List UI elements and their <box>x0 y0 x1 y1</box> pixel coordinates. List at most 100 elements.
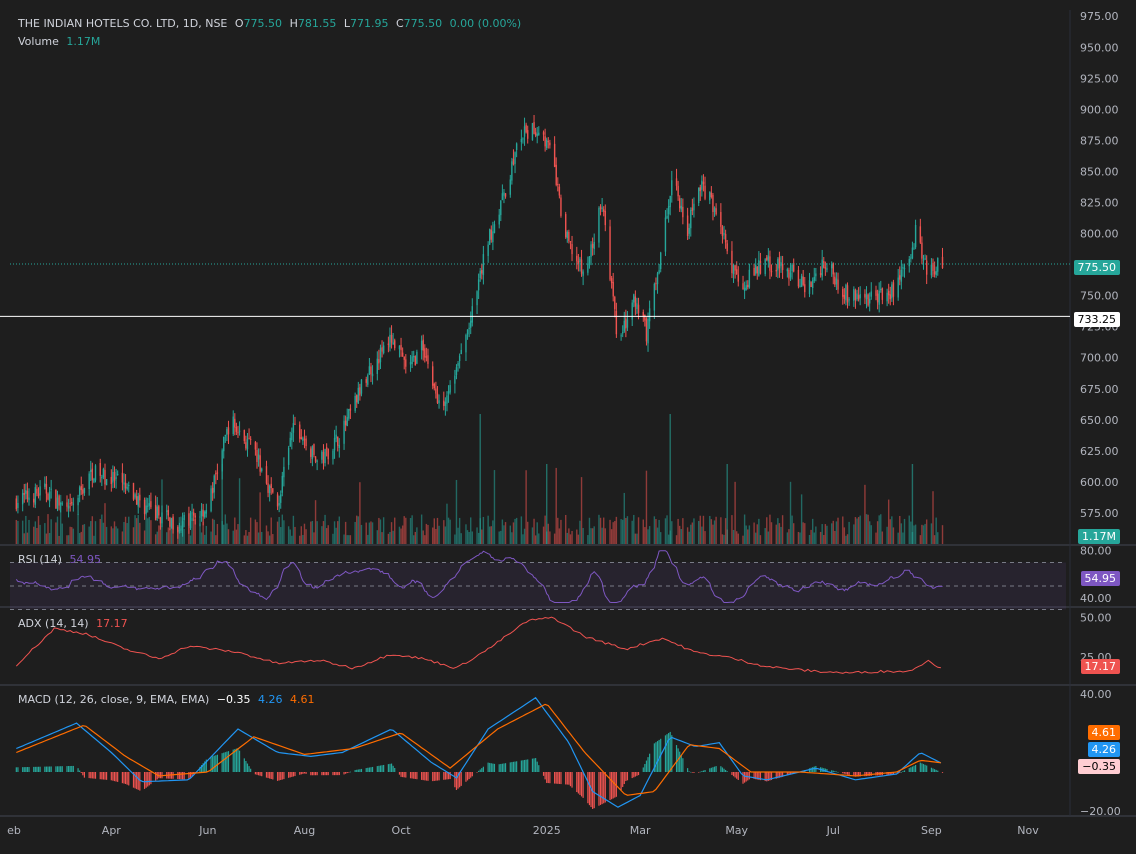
price-candle <box>536 133 538 137</box>
macd-histogram-bar <box>919 762 921 772</box>
price-candle <box>811 280 814 289</box>
volume-bar <box>523 528 526 544</box>
macd-histogram-bar <box>634 772 636 777</box>
macd-histogram-bar <box>926 765 928 772</box>
macd-histogram-bar <box>631 772 633 779</box>
volume-bar <box>281 514 284 544</box>
price-candle <box>808 280 811 294</box>
price-candle <box>257 454 260 460</box>
volume-bar <box>216 523 219 544</box>
volume-bar <box>371 522 374 544</box>
price-candle <box>256 450 258 463</box>
volume-bar <box>682 518 684 544</box>
macd-histogram-bar <box>371 766 374 772</box>
macd-histogram-bar <box>579 772 581 795</box>
macd-histogram-bar <box>509 762 511 772</box>
volume-bar <box>413 535 415 544</box>
macd-histogram-bar <box>402 772 404 778</box>
price-candle <box>579 258 581 262</box>
volume-bar <box>677 518 679 544</box>
volume-bar <box>115 526 117 544</box>
volume-bar <box>625 517 627 544</box>
volume-bar <box>458 517 461 544</box>
volume-bar <box>659 532 662 544</box>
price-candle <box>237 432 239 434</box>
macd-histogram-bar <box>436 772 439 781</box>
volume-bar <box>867 514 869 544</box>
macd-histogram-bar <box>636 772 638 776</box>
volume-bar <box>276 521 279 544</box>
macd-histogram-bar <box>414 772 416 779</box>
volume-bar <box>713 520 716 544</box>
volume-bar <box>857 517 860 544</box>
macd-histogram-bar <box>580 772 583 797</box>
price-candle <box>427 355 429 364</box>
macd-histogram-bar <box>55 766 57 772</box>
price-candle <box>830 264 833 269</box>
price-candle <box>610 278 613 284</box>
high-label: H <box>289 17 298 30</box>
price-candle <box>344 420 347 426</box>
macd-histogram-bar <box>688 771 690 773</box>
macd-histogram-bar <box>215 755 217 772</box>
price-candle <box>666 215 668 219</box>
price-candle <box>310 448 312 457</box>
volume-bar <box>747 529 749 544</box>
macd-label: MACD (12, 26, close, 9, EMA, EMA) <box>18 693 210 706</box>
macd-histogram-bar <box>58 766 60 772</box>
volume-bar <box>832 520 834 544</box>
volume-bar <box>172 516 174 544</box>
price-candle <box>94 465 97 481</box>
price-candle <box>123 482 125 485</box>
volume-bar <box>235 529 238 544</box>
volume-bar <box>900 523 903 544</box>
price-candle <box>523 126 526 137</box>
macd-histogram-bar <box>421 772 423 780</box>
macd-histogram-bar <box>313 772 315 776</box>
volume-bar <box>148 516 151 544</box>
price-candle <box>664 217 667 252</box>
price-candle <box>797 269 800 287</box>
rsi-label: RSI (14) <box>18 553 62 566</box>
macd-histogram-bar <box>383 764 385 772</box>
price-candle <box>321 451 323 460</box>
macd-histogram-bar <box>400 772 402 777</box>
price-candle <box>28 497 30 501</box>
price-candle <box>489 229 491 245</box>
macd-histogram-bar <box>112 772 114 781</box>
price-candle <box>58 495 60 506</box>
chart-canvas[interactable]: 975.00 950.00 925.00 900.00 875.00 850.00 825.… <box>0 0 1136 854</box>
price-candle <box>542 132 545 135</box>
price-candle <box>482 254 485 275</box>
volume-bar <box>283 520 285 544</box>
macd-histogram-bar <box>720 766 722 772</box>
price-candle <box>935 271 937 276</box>
macd-histogram-bar <box>560 772 562 785</box>
price-candle <box>856 293 858 300</box>
volume-bar <box>889 519 891 544</box>
price-candle <box>603 209 605 212</box>
macd-histogram-bar <box>713 766 716 772</box>
macd-histogram-bar <box>234 749 236 772</box>
price-candle <box>359 387 361 396</box>
price-candle <box>291 433 293 441</box>
macd-histogram-bar <box>742 772 744 784</box>
price-axis-tick: 825.00 <box>1080 196 1119 209</box>
price-candle <box>305 438 307 447</box>
volume-bar <box>147 518 149 544</box>
price-candle <box>815 273 817 277</box>
time-axis-tick: May <box>725 824 748 837</box>
price-candle <box>675 178 678 186</box>
macd-histogram-bar <box>238 750 241 772</box>
price-candle <box>720 212 722 227</box>
volume-bar <box>701 526 703 544</box>
volume-bar <box>210 531 212 544</box>
volume-bar <box>748 525 751 544</box>
symbol-legend: THE INDIAN HOTELS CO. LTD, 1D, NSE O775.… <box>18 17 525 30</box>
volume-bar <box>28 519 30 544</box>
volume-bar <box>332 533 334 544</box>
volume-bar <box>177 526 179 544</box>
macd-histogram-bar <box>921 763 923 772</box>
price-candle <box>333 437 336 451</box>
volume-bar <box>435 528 437 544</box>
